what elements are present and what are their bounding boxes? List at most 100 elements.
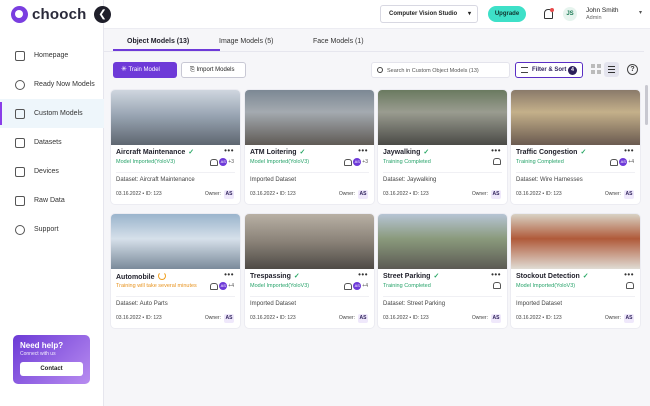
shared-users[interactable]: AS +3 <box>210 158 234 166</box>
chevron-down-icon[interactable]: ▾ <box>639 9 642 16</box>
studio-select[interactable]: Computer Vision Studio ▾ <box>380 5 478 23</box>
model-dataset: Dataset: Wire Harnesses <box>516 172 635 183</box>
studio-select-value: Computer Vision Studio <box>389 11 458 17</box>
model-status: Model Imported(YoloV3) <box>250 159 310 165</box>
shared-users[interactable] <box>493 158 501 165</box>
shared-users[interactable] <box>626 282 634 289</box>
owner-label: Owner: <box>338 191 355 197</box>
user-icon <box>493 282 501 289</box>
tab-object-models[interactable]: Object Models (13) <box>127 38 189 45</box>
shared-users[interactable]: AS +3 <box>344 158 368 166</box>
user-name[interactable]: John Smith <box>586 7 619 14</box>
shared-users[interactable]: AS +4 <box>344 282 368 290</box>
sidebar-item-datasets[interactable]: Datasets <box>0 128 104 157</box>
tab-face-models[interactable]: Face Models (1) <box>313 38 364 45</box>
shared-users[interactable]: AS +4 <box>610 158 634 166</box>
model-card[interactable]: Jaywalking ✓ ••• Training Completed Dataset:… <box>378 90 507 204</box>
model-card[interactable]: Street Parking ✓ ••• Training Completed Data… <box>378 214 507 328</box>
train-model-button[interactable]: ✳ Train Model <box>113 62 177 78</box>
model-title: ATM Loitering <box>250 149 297 156</box>
shared-users-count: +4 <box>628 159 634 165</box>
model-thumbnail[interactable] <box>511 214 640 269</box>
filter-sort-button[interactable]: Filter & Sort 4 <box>515 62 583 78</box>
model-thumbnail[interactable] <box>511 90 640 145</box>
model-card[interactable]: ATM Loitering ✓ ••• Model Imported(YoloV3) A… <box>245 90 374 204</box>
model-owner: Owner: AS <box>339 314 368 323</box>
scrollbar[interactable] <box>645 85 648 125</box>
model-thumbnail[interactable] <box>245 90 374 145</box>
sidebar-item-raw-data[interactable]: Raw Data <box>0 186 104 215</box>
sidebar-item-ready-now-models[interactable]: Ready Now Models <box>0 70 104 99</box>
model-title-row: ATM Loitering ✓ <box>250 148 305 156</box>
model-dataset: Dataset: Aircraft Maintenance <box>116 172 235 183</box>
upgrade-button[interactable]: Upgrade <box>488 6 526 22</box>
avatar[interactable]: JS <box>563 7 577 21</box>
owner-avatar: AS <box>491 314 501 323</box>
grid-view-icon[interactable] <box>591 64 601 74</box>
tab-image-models[interactable]: Image Models (5) <box>219 38 273 45</box>
more-options-icon[interactable]: ••• <box>624 146 634 155</box>
model-title: Aircraft Maintenance <box>116 149 186 156</box>
more-options-icon[interactable]: ••• <box>624 270 634 279</box>
import-icon: ⎘ <box>190 67 195 73</box>
contact-button[interactable]: Contact <box>20 362 83 376</box>
owner-label: Owner: <box>604 191 621 197</box>
owner-avatar: AS <box>358 314 368 323</box>
model-title-row: Trespassing ✓ <box>250 272 300 280</box>
model-date-id: 03.16.2022 • ID: 123 <box>383 315 429 321</box>
model-title: Trespassing <box>250 273 291 280</box>
model-date-id: 03.16.2022 • ID: 123 <box>250 315 296 321</box>
more-options-icon[interactable]: ••• <box>224 270 234 279</box>
model-owner: Owner: AS <box>472 190 501 199</box>
model-status: Training Completed <box>383 159 431 165</box>
top-bar: Computer Vision Studio ▾ Upgrade JS John… <box>104 0 650 29</box>
more-options-icon[interactable]: ••• <box>491 270 501 279</box>
model-card[interactable]: Traffic Congestion ✓ ••• Training Completed… <box>511 90 640 204</box>
owner-label: Owner: <box>204 191 221 197</box>
sidebar-nav: Homepage Ready Now Models Custom Models … <box>0 41 104 244</box>
help-title: Need help? <box>20 341 64 350</box>
tabs-divider <box>104 51 644 52</box>
model-thumbnail[interactable] <box>378 90 507 145</box>
more-options-icon[interactable]: ••• <box>491 146 501 155</box>
help-icon[interactable]: ? <box>627 64 638 75</box>
chevron-left-icon: ❮ <box>98 9 107 20</box>
collapse-sidebar-button[interactable]: ❮ <box>94 6 111 23</box>
user-icon <box>210 282 219 290</box>
sidebar-item-custom-models[interactable]: Custom Models <box>0 99 104 128</box>
model-status: Training Completed <box>516 159 564 165</box>
shared-users-badge: AS <box>353 282 362 290</box>
more-options-icon[interactable]: ••• <box>358 270 368 279</box>
database-icon <box>15 195 25 206</box>
shared-users[interactable] <box>493 282 501 289</box>
model-thumbnail[interactable] <box>111 214 240 269</box>
model-dataset: Imported Dataset <box>516 296 635 307</box>
import-models-button[interactable]: ⎘ Import Models <box>181 62 246 78</box>
search-input[interactable] <box>387 65 509 76</box>
home-icon <box>15 50 25 61</box>
more-options-icon[interactable]: ••• <box>224 146 234 155</box>
shared-users-badge: AS <box>353 158 362 166</box>
shared-users-count: +4 <box>362 283 368 289</box>
model-card[interactable]: Aircraft Maintenance ✓ ••• Model Imported(Y… <box>111 90 240 204</box>
model-card[interactable]: Stockout Detection ✓ ••• Model Imported(Yol… <box>511 214 640 328</box>
sidebar-item-homepage[interactable]: Homepage <box>0 41 104 70</box>
model-card[interactable]: Automobile ••• Training will take several … <box>111 214 240 328</box>
model-thumbnail[interactable] <box>378 214 507 269</box>
model-thumbnail[interactable] <box>245 214 374 269</box>
import-models-label: Import Models <box>196 67 235 73</box>
shared-users[interactable]: AS +4 <box>210 282 234 290</box>
sidebar-item-devices[interactable]: Devices <box>0 157 104 186</box>
model-thumbnail[interactable] <box>111 90 240 145</box>
list-view-icon[interactable] <box>604 62 619 77</box>
model-date: 03.16.2022 <box>383 191 409 197</box>
logo[interactable]: chooch <box>11 6 87 23</box>
check-icon: ✓ <box>293 273 300 280</box>
train-model-label: Train Model <box>128 67 160 73</box>
model-date: 03.16.2022 <box>250 191 276 197</box>
sidebar-item-support[interactable]: Support <box>0 215 104 244</box>
more-options-icon[interactable]: ••• <box>358 146 368 155</box>
sidebar-item-label: Homepage <box>34 52 69 59</box>
bell-icon[interactable] <box>543 8 554 19</box>
model-card[interactable]: Trespassing ✓ ••• Model Imported(YoloV3) AS +… <box>245 214 374 328</box>
